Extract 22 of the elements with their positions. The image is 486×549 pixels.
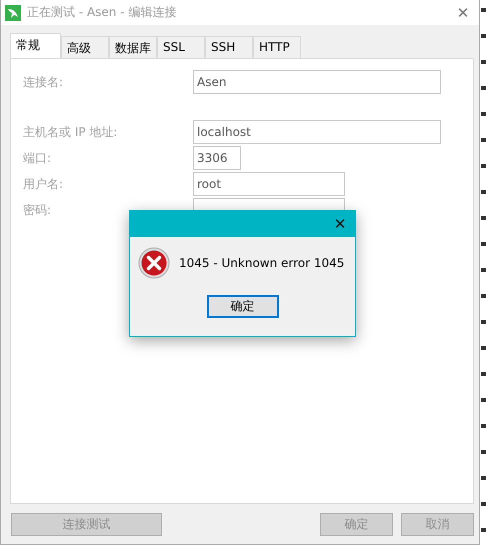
tab[interactable]: 数据库 (109, 36, 157, 58)
tab[interactable]: 高级 (61, 36, 109, 58)
ok-button[interactable]: 确定 (206, 295, 278, 318)
tab[interactable]: SSH (205, 36, 253, 58)
error-message: 1045 - Unknown error 1045 (179, 256, 344, 270)
input-field[interactable]: localhost (193, 120, 441, 144)
tab[interactable]: 常规 (10, 33, 61, 58)
field-label: 连接名: (22, 74, 64, 90)
tab[interactable]: HTTP (253, 36, 301, 58)
input-field[interactable]: Asen (193, 70, 441, 94)
input-field[interactable]: 3306 (193, 146, 241, 170)
field-label: 端口: (22, 150, 52, 166)
close-button[interactable]: ✕ (325, 215, 355, 233)
app-icon (5, 4, 21, 20)
field-label: 用户名: (22, 176, 64, 192)
field-label: 主机名或 IP 地址: (22, 124, 118, 140)
error-icon (138, 247, 170, 279)
field-label: 密码: (22, 202, 52, 218)
tab[interactable]: SSL (157, 36, 205, 58)
input-field[interactable]: root (193, 172, 345, 196)
window-title: 正在测试 - Asen - 编辑连接 (27, 4, 178, 21)
close-button[interactable]: ✕ (447, 4, 479, 22)
